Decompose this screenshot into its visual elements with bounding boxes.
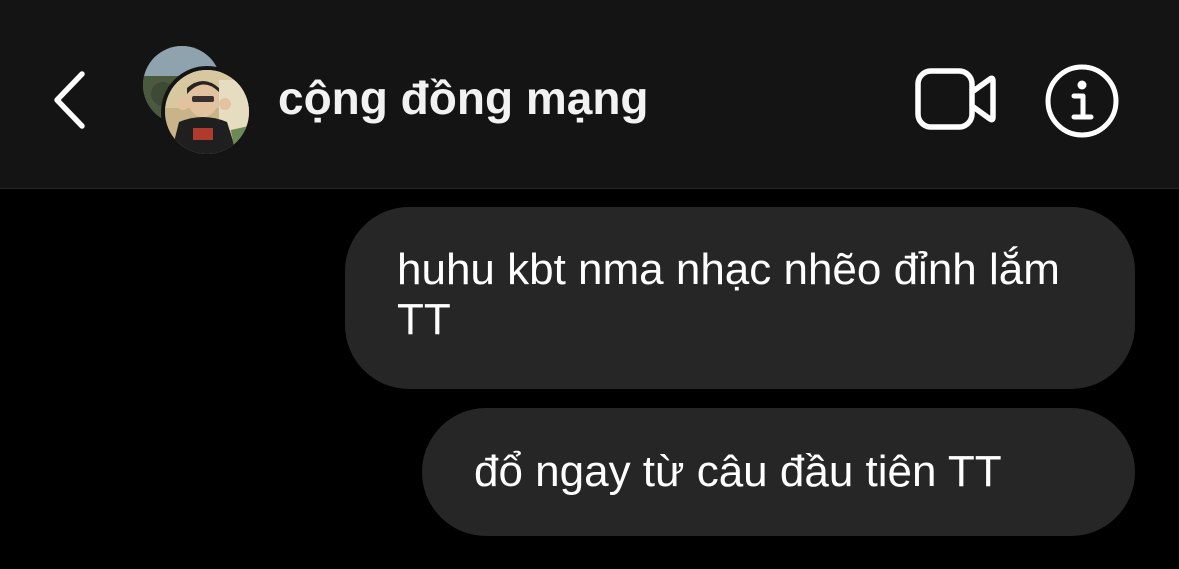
group-avatar[interactable]: [143, 46, 253, 158]
video-call-button[interactable]: [914, 66, 998, 132]
chat-screen: cộng đồng mạng huhu kbt nma nhạc nhẽo đỉ…: [0, 0, 1179, 569]
contact-name[interactable]: cộng đồng mạng: [278, 68, 649, 128]
chat-header: cộng đồng mạng: [0, 0, 1179, 189]
message-bubble[interactable]: đổ ngay từ câu đầu tiên TT: [422, 408, 1135, 536]
message-text: đổ ngay từ câu đầu tiên TT: [474, 447, 1002, 496]
back-button[interactable]: [40, 62, 100, 138]
message-thread: huhu kbt nma nhạc nhẽo đỉnh lắm TT đổ ng…: [0, 189, 1179, 569]
avatar-primary: [161, 66, 253, 158]
info-icon: [1045, 64, 1119, 138]
info-button[interactable]: [1043, 62, 1121, 140]
message-bubble[interactable]: huhu kbt nma nhạc nhẽo đỉnh lắm TT: [345, 207, 1135, 389]
chevron-left-icon: [54, 71, 85, 129]
message-text: huhu kbt nma nhạc nhẽo đỉnh lắm TT: [397, 245, 1060, 344]
video-camera-icon: [915, 68, 996, 130]
